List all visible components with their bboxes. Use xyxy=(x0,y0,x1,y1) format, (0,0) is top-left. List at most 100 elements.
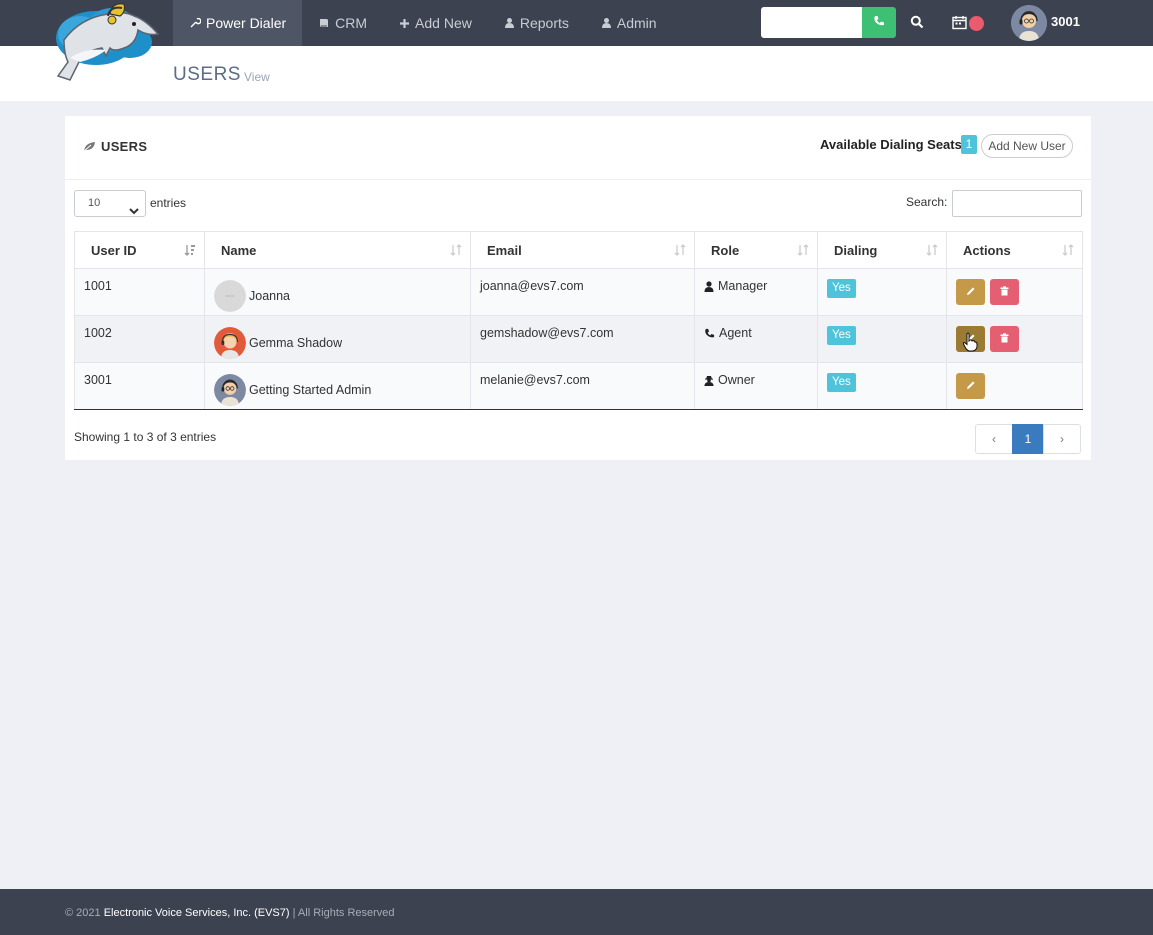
nav-add-new[interactable]: Add New xyxy=(383,0,488,46)
pencil-icon xyxy=(966,285,976,299)
nav-power-dialer[interactable]: Power Dialer xyxy=(173,0,303,46)
nav-reports[interactable]: Reports xyxy=(488,0,585,46)
email-cell: melanie@evs7.com xyxy=(470,362,695,410)
role-label: Agent xyxy=(719,326,752,340)
main-nav: Power Dialer CRM Add New Reports Admin xyxy=(173,0,673,46)
pagination: ‹ 1 › xyxy=(975,424,1081,454)
card-header: USERS Available Dialing Seats: 1 Add New… xyxy=(65,116,1091,180)
dialing-badge: Yes xyxy=(827,279,856,298)
entries-value: 10 xyxy=(88,197,101,209)
sort-icon xyxy=(926,244,938,259)
col-name[interactable]: Name xyxy=(204,231,471,269)
col-label: Role xyxy=(711,243,740,258)
notification-dot xyxy=(969,16,984,31)
call-button[interactable] xyxy=(862,7,896,38)
actions-cell xyxy=(946,362,1083,410)
chevron-down-icon xyxy=(129,200,139,225)
plus-icon xyxy=(399,18,410,29)
user-name[interactable]: 3001 xyxy=(1051,14,1080,29)
edit-button[interactable] xyxy=(956,279,985,305)
calendar-icon xyxy=(952,15,967,33)
name-cell: Getting Started Admin xyxy=(204,362,471,410)
copyright-suffix: | All Rights Reserved xyxy=(292,907,395,919)
dial-number-input[interactable] xyxy=(761,7,863,38)
search-icon xyxy=(910,15,924,32)
dolphin-logo[interactable] xyxy=(50,0,162,84)
col-label: Actions xyxy=(963,243,1011,258)
delete-button[interactable] xyxy=(990,279,1019,305)
next-page-button[interactable]: › xyxy=(1043,424,1081,454)
nav-admin[interactable]: Admin xyxy=(585,0,673,46)
company-link[interactable]: Electronic Voice Services, Inc. (EVS7) xyxy=(104,907,290,919)
table-row: 1001 Joanna joanna@evs7.com Manager Yes xyxy=(74,268,1083,316)
nav-crm[interactable]: CRM xyxy=(302,0,383,46)
seats-label: Available Dialing Seats: xyxy=(820,137,967,152)
add-new-user-button[interactable]: Add New User xyxy=(981,134,1073,158)
user-secret-icon xyxy=(704,375,714,386)
name-cell: Joanna xyxy=(204,268,471,316)
email-cell: gemshadow@evs7.com xyxy=(470,315,695,363)
user-secret-icon xyxy=(504,17,515,29)
user-name: Getting Started Admin xyxy=(249,383,372,397)
page-header: USERS View xyxy=(0,46,1153,101)
page-subtitle: View xyxy=(244,70,270,84)
trash-icon xyxy=(1000,332,1009,346)
users-table: User ID Name Email Role Dialing Actions … xyxy=(74,231,1083,410)
phone-icon xyxy=(704,328,715,339)
avatar xyxy=(214,374,246,406)
nav-label: Power Dialer xyxy=(206,15,287,31)
wrench-icon xyxy=(189,17,201,29)
dialing-badge: Yes xyxy=(827,326,856,345)
user-avatar[interactable] xyxy=(1011,5,1047,41)
edit-button[interactable] xyxy=(956,373,985,399)
user-icon xyxy=(704,280,714,292)
sort-asc-icon xyxy=(184,244,196,259)
email-cell: joanna@evs7.com xyxy=(470,268,695,316)
role-cell: Manager xyxy=(694,268,818,316)
col-label: User ID xyxy=(91,243,137,258)
dialing-badge: Yes xyxy=(827,373,856,392)
col-user-id[interactable]: User ID xyxy=(74,231,205,269)
dialing-cell: Yes xyxy=(817,268,947,316)
col-email[interactable]: Email xyxy=(470,231,695,269)
page-button-1[interactable]: 1 xyxy=(1012,424,1044,454)
entries-select[interactable]: 10 xyxy=(74,190,146,217)
user-id-cell: 1002 xyxy=(74,315,205,363)
user-name: Gemma Shadow xyxy=(249,336,343,350)
page-title: USERS xyxy=(173,64,241,85)
delete-button[interactable] xyxy=(990,326,1019,352)
role-label: Owner xyxy=(718,373,755,387)
prev-page-button[interactable]: ‹ xyxy=(975,424,1013,454)
edit-button[interactable] xyxy=(956,326,985,352)
search-label: Search: xyxy=(906,195,948,209)
calendar-button[interactable] xyxy=(952,13,986,33)
hand-cursor-icon xyxy=(962,332,978,355)
top-navbar: Power Dialer CRM Add New Reports Admin 3… xyxy=(0,0,1153,46)
avatar xyxy=(214,327,246,359)
table-header-row: User ID Name Email Role Dialing Actions xyxy=(74,231,1083,269)
user-name: Joanna xyxy=(249,289,291,303)
leaf-icon xyxy=(83,141,96,152)
actions-cell xyxy=(946,315,1083,363)
table-search-input[interactable] xyxy=(952,190,1082,217)
col-actions[interactable]: Actions xyxy=(946,231,1083,269)
users-card: USERS Available Dialing Seats: 1 Add New… xyxy=(65,116,1091,460)
role-label: Manager xyxy=(718,279,768,293)
footer: © 2021 Electronic Voice Services, Inc. (… xyxy=(0,889,1153,935)
dialing-cell: Yes xyxy=(817,362,947,410)
actions-cell xyxy=(946,268,1083,316)
user-id-cell: 3001 xyxy=(74,362,205,410)
col-label: Email xyxy=(487,243,522,258)
dialing-cell: Yes xyxy=(817,315,947,363)
pencil-icon xyxy=(966,379,976,393)
col-dialing[interactable]: Dialing xyxy=(817,231,947,269)
sort-icon xyxy=(797,244,809,259)
copyright: © 2021 Electronic Voice Services, Inc. (… xyxy=(65,907,395,919)
table-row: 3001 Getting Started Admin melanie@evs7.… xyxy=(74,362,1083,410)
col-role[interactable]: Role xyxy=(694,231,818,269)
nav-label: Add New xyxy=(415,15,472,31)
top-search-button[interactable] xyxy=(908,14,926,32)
entries-label: entries xyxy=(150,196,187,210)
sort-icon xyxy=(1062,244,1074,259)
nav-label: CRM xyxy=(335,15,368,31)
